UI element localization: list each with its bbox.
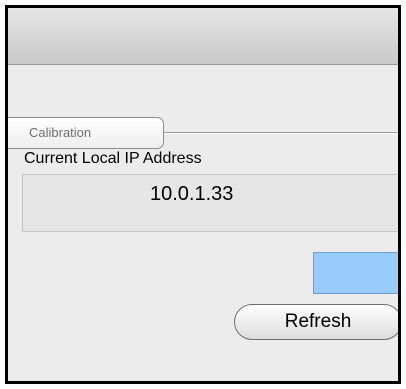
tab-calibration-label: Calibration: [29, 125, 92, 140]
tab-divider-highlight: [158, 133, 398, 134]
ip-address-heading: Current Local IP Address: [24, 150, 202, 167]
refresh-button-label: Refresh: [284, 311, 352, 332]
ip-address-value: 10.0.1.33: [150, 183, 234, 205]
app-window: Calibration Current Local IP Address 10.…: [5, 5, 401, 384]
tab-calibration[interactable]: Calibration: [8, 117, 164, 149]
selection-highlight-box: [313, 252, 398, 294]
ip-address-field: 10.0.1.33: [22, 174, 398, 232]
refresh-button[interactable]: Refresh: [234, 304, 398, 340]
window-titlebar: [8, 8, 398, 65]
